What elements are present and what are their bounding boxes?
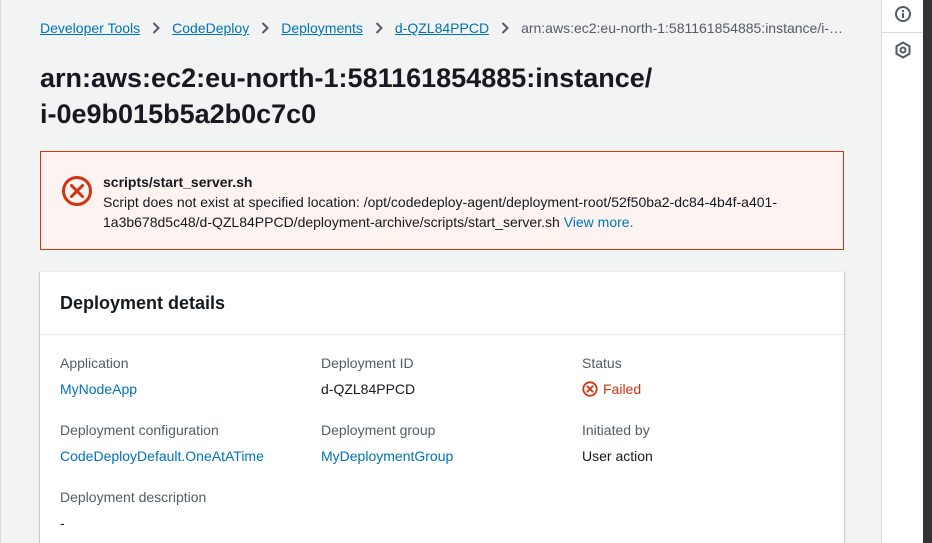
card-header: Deployment details: [40, 272, 844, 335]
description-value: -: [60, 515, 65, 531]
chevron-right-icon: [363, 22, 395, 34]
breadcrumb: Developer Tools CodeDeploy Deployments d…: [40, 20, 845, 36]
chevron-right-icon: [140, 22, 172, 34]
view-more-link[interactable]: View more.: [564, 214, 634, 230]
field-deployment-description: Deployment description -: [60, 488, 206, 532]
initiated-label: Initiated by: [582, 422, 650, 438]
alert-body: scripts/start_server.sh Script does not …: [103, 172, 823, 232]
status-value: Failed: [603, 381, 642, 397]
field-deployment-group: Deployment group MyDeploymentGroup: [321, 421, 453, 465]
card-title: Deployment details: [60, 293, 226, 313]
info-icon[interactable]: [894, 5, 912, 23]
alert-message: Script does not exist at specified locat…: [103, 194, 777, 230]
config-link[interactable]: CodeDeployDefault.OneAtATime: [60, 447, 264, 465]
breadcrumb-codedeploy[interactable]: CodeDeploy: [172, 20, 249, 36]
field-application: Application MyNodeApp: [60, 354, 137, 398]
error-x-circle-icon: [61, 175, 93, 207]
group-link[interactable]: MyDeploymentGroup: [321, 447, 453, 465]
field-status: Status Failed: [582, 354, 641, 398]
deployment-id-value: d-QZL84PPCD: [321, 381, 416, 397]
page-title-line2: i-0e9b015b5a2b0c7c0: [40, 99, 317, 129]
breadcrumb-current-instance: arn:aws:ec2:eu-north-1:581161854885:inst…: [521, 20, 845, 36]
breadcrumb-developer-tools[interactable]: Developer Tools: [40, 20, 140, 36]
status-label: Status: [582, 355, 622, 371]
config-label: Deployment configuration: [60, 422, 219, 438]
group-label: Deployment group: [321, 422, 436, 438]
breadcrumb-deployment-id[interactable]: d-QZL84PPCD: [395, 20, 489, 36]
page-title: arn:aws:ec2:eu-north-1:581161854885:inst…: [40, 60, 760, 132]
failed-x-circle-icon: [582, 381, 603, 397]
field-deployment-id: Deployment ID d-QZL84PPCD: [321, 354, 415, 398]
chevron-right-icon: [249, 22, 281, 34]
page-title-line1: arn:aws:ec2:eu-north-1:581161854885:inst…: [40, 63, 653, 93]
alert-message-block: Script does not exist at specified locat…: [103, 192, 823, 232]
breadcrumb-deployments[interactable]: Deployments: [281, 20, 363, 36]
window-edge-scrollbar: [923, 0, 932, 543]
alert-title: scripts/start_server.sh: [103, 174, 253, 190]
initiated-value: User action: [582, 448, 653, 464]
rail-divider: [882, 32, 923, 33]
chevron-right-icon: [489, 22, 521, 34]
main-content: Developer Tools CodeDeploy Deployments d…: [0, 0, 881, 543]
application-link[interactable]: MyNodeApp: [60, 380, 137, 398]
error-alert: scripts/start_server.sh Script does not …: [40, 151, 844, 250]
description-label: Deployment description: [60, 489, 207, 505]
deployment-details-card: Deployment details Application MyNodeApp…: [40, 271, 844, 543]
settings-hexagon-icon[interactable]: [894, 41, 912, 59]
field-deployment-configuration: Deployment configuration CodeDeployDefau…: [60, 421, 264, 465]
deployment-id-label: Deployment ID: [321, 355, 414, 371]
field-initiated-by: Initiated by User action: [582, 421, 653, 465]
application-label: Application: [60, 355, 129, 371]
right-tools-rail: [881, 0, 923, 543]
status-badge: Failed: [582, 380, 641, 398]
